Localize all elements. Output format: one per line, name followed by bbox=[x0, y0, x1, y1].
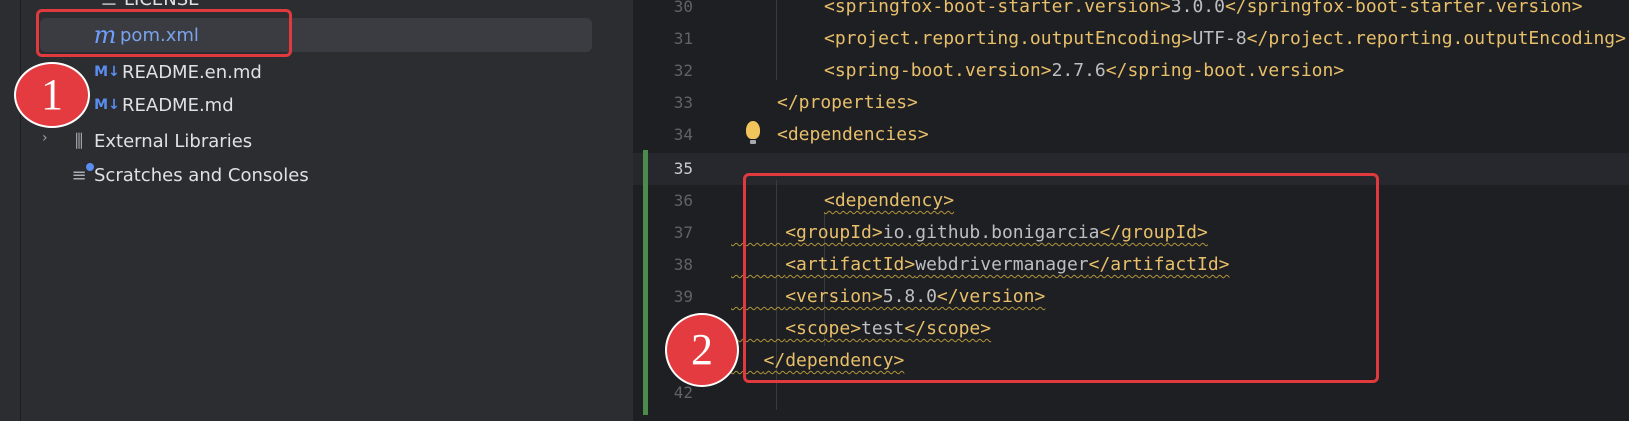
line-number: 34 bbox=[673, 125, 693, 144]
line-number: 30 bbox=[673, 0, 693, 16]
highlight-box-2 bbox=[743, 173, 1379, 383]
line-number: 36 bbox=[673, 191, 693, 210]
line-number: 37 bbox=[673, 223, 693, 242]
line-number: 33 bbox=[673, 93, 693, 112]
line-number: 31 bbox=[673, 29, 693, 48]
tree-item-scratches[interactable]: ≡ Scratches and Consoles bbox=[66, 158, 309, 192]
line-number: 39 bbox=[673, 287, 693, 306]
line-number: 35 bbox=[673, 159, 693, 178]
line-number: 38 bbox=[673, 255, 693, 274]
tree-item-external-libraries[interactable]: › ⫼ External Libraries bbox=[40, 124, 252, 158]
highlight-box-1 bbox=[36, 9, 292, 57]
tree-edge bbox=[0, 0, 21, 421]
step-badge-2: 2 bbox=[667, 315, 737, 385]
code-line-31: <project.reporting.outputEncoding>UTF-8<… bbox=[824, 28, 1626, 49]
tree-item-readme[interactable]: M↓ README.md bbox=[94, 88, 233, 122]
library-icon: ⫼ bbox=[74, 130, 84, 152]
code-line-32: <spring-boot.version>2.7.6</spring-boot.… bbox=[824, 60, 1345, 81]
markdown-icon: M↓ bbox=[94, 97, 120, 113]
step-badge-1: 1 bbox=[16, 64, 88, 126]
project-tree: ☰ LICENSE m pom.xml M↓ README.en.md M↓ R… bbox=[0, 0, 633, 421]
code-line-34: <dependencies> bbox=[777, 124, 929, 145]
line-number: 42 bbox=[673, 383, 693, 402]
code-line-30: <springfox-boot-starter.version>3.0.0</s… bbox=[824, 0, 1583, 17]
intention-bulb-icon[interactable] bbox=[746, 121, 760, 144]
scratches-icon: ≡ bbox=[66, 162, 94, 186]
markdown-icon: M↓ bbox=[94, 64, 120, 80]
indent-guide bbox=[776, 0, 777, 80]
code-line-33: </properties> bbox=[777, 92, 918, 113]
line-number: 32 bbox=[673, 61, 693, 80]
tree-item-readme-en[interactable]: M↓ README.en.md bbox=[94, 55, 262, 89]
chevron-right-icon[interactable]: › bbox=[42, 130, 48, 146]
